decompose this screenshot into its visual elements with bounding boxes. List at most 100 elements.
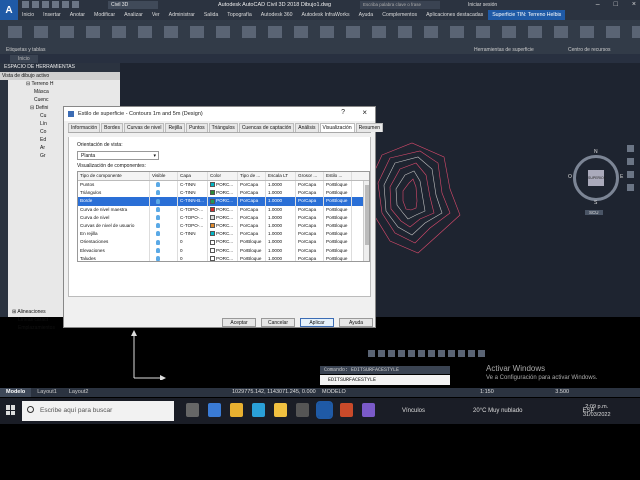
tool-icon[interactable] [438,350,445,357]
zoom-icon[interactable] [627,158,634,165]
capa-cell[interactable]: C-TINN [178,189,208,198]
escala-cell[interactable]: 1.0000 [266,238,296,247]
tool-icon[interactable] [424,26,438,38]
ribbon-tab[interactable]: Ayuda [355,10,378,20]
tipo-cell[interactable]: Taludes [78,254,150,261]
escala-cell[interactable]: 1.0000 [266,197,296,206]
ribbon-tab[interactable]: Modificar [90,10,119,20]
visible-toggle[interactable] [150,230,178,239]
estilo-cell[interactable]: PorBloque [324,205,352,214]
tool-icon[interactable] [368,350,375,357]
ribbon-tab[interactable]: Topografía [223,10,256,20]
tipo-cell[interactable]: Curvas de nivel de usuario [78,221,150,231]
capa-cell[interactable]: C-TINN [178,181,208,190]
search-input[interactable]: Escriba palabra clave o frase [360,1,440,9]
capa-cell[interactable]: C-TOPO-... [178,213,208,222]
tipo-cell[interactable]: Curva de nivel [78,213,150,222]
visible-toggle[interactable] [150,189,178,198]
tool-icon[interactable] [60,26,74,38]
tipo-cell[interactable]: Triángulos [78,189,150,198]
lightbulb-icon[interactable] [156,215,160,221]
visible-toggle[interactable] [150,197,178,206]
windows-start-icon[interactable] [6,405,16,415]
tool-icon[interactable] [378,350,385,357]
file-tab-inicio[interactable]: Inicio [10,55,38,63]
tipo-cell[interactable]: En rejilla [78,230,150,239]
chrome-icon[interactable] [230,403,243,417]
table-row[interactable]: Puntos C-TINN PORC... PorCapa 1.0000 PorCapa P… [78,181,369,190]
command-line-input[interactable]: EDITSURFACESTYLE [320,375,450,385]
ribbon-tab[interactable]: Autodesk InfraWorks [298,10,354,20]
estilo-cell[interactable]: PorBloque [324,213,352,222]
weather-widget[interactable]: 20°C Muy nublado [473,398,522,424]
visible-toggle[interactable] [150,246,178,255]
capa-cell[interactable]: 0 [178,246,208,255]
capa-cell[interactable]: C-TINN [178,230,208,239]
lightbulb-icon[interactable] [156,206,160,212]
lightbulb-icon[interactable] [156,231,160,237]
escala-cell[interactable]: 1.0000 [266,230,296,239]
open-icon[interactable] [32,1,39,8]
tree-item[interactable]: Lín [26,120,53,128]
tool-icon[interactable] [242,26,256,38]
estilo-cell[interactable]: PorBloque [324,221,352,231]
layout-tab-model[interactable]: Modelo [0,388,32,397]
layout-tab[interactable]: Layout1 [31,388,63,397]
tool-icon[interactable] [448,350,455,357]
tree-item[interactable]: Cuenc [26,96,53,104]
capa-cell[interactable]: 0 [178,238,208,247]
table-row[interactable]: Taludes 0 PORC... PorBloque 1.0000 PorCapa Por… [78,254,369,261]
tree-item[interactable]: Másca [26,88,53,96]
tool-icon[interactable] [428,350,435,357]
lightbulb-icon[interactable] [156,182,160,188]
visible-toggle[interactable] [150,221,178,231]
ucs-menu[interactable]: SCU [585,210,603,215]
help-icon[interactable]: ? [341,109,345,116]
tool-icon[interactable] [408,350,415,357]
column-header[interactable]: Color [208,172,238,180]
grosor-cell[interactable]: PorCapa [296,230,324,239]
lightbulb-icon[interactable] [156,247,160,253]
grosor-cell[interactable]: PorCapa [296,205,324,214]
linea-cell[interactable]: PorBloque [238,238,266,247]
view-cube[interactable]: SUPERIOR N S E O [568,149,623,206]
tool-icon[interactable] [458,350,465,357]
undo-icon[interactable] [62,1,69,8]
view-cube-face[interactable]: SUPERIOR [588,170,606,186]
autocad-logo-icon[interactable]: A [0,0,18,20]
ribbon-tab[interactable]: Autodesk 360 [257,10,297,20]
escala-cell[interactable]: 1.0000 [266,205,296,214]
tipo-cell[interactable]: Borde [78,197,150,206]
capa-cell[interactable]: C-TOPO-... [178,221,208,231]
tipo-cell[interactable]: Curva de nivel maestra [78,205,150,214]
taskbar-clock[interactable]: 2:09 p.m. 31/03/2022 [583,403,611,419]
lightbulb-icon[interactable] [156,198,160,204]
tree-item[interactable]: Líneas caract [12,316,55,324]
toolspace-view-select[interactable]: Vista de dibujo activo [0,72,120,80]
column-header[interactable]: Estilo ... [324,172,352,180]
tree-item[interactable]: Co [26,128,53,136]
linea-cell[interactable]: PorCapa [238,197,266,206]
tool-icon[interactable] [268,26,282,38]
tool-icon[interactable] [476,26,490,38]
tab-bordes[interactable]: Bordes [101,123,123,132]
tool-icon[interactable] [398,350,405,357]
visible-toggle[interactable] [150,181,178,190]
tool-icon[interactable] [606,26,620,38]
lightbulb-icon[interactable] [156,239,160,245]
escala-cell[interactable]: 1.0000 [266,181,296,190]
lightbulb-icon[interactable] [156,190,160,196]
tab-triangulos[interactable]: Triángulos [208,123,238,132]
redo-icon[interactable] [72,1,79,8]
escala-cell[interactable]: 1.0000 [266,189,296,198]
color-cell[interactable]: PORC... [208,205,238,214]
login-button[interactable]: Iniciar sesión [468,0,497,10]
tool-icon[interactable] [164,26,178,38]
tool-icon[interactable] [216,26,230,38]
tool-icon[interactable] [398,26,412,38]
estilo-cell[interactable]: PorBloque [324,230,352,239]
table-row[interactable]: Curva de nivel C-TOPO-... PORC... PorCapa 1.… [78,213,369,222]
links-toolbar[interactable]: Vínculos [402,398,425,424]
tipo-cell[interactable]: Puntos [78,181,150,190]
ribbon-tab[interactable]: Anotar [66,10,89,20]
